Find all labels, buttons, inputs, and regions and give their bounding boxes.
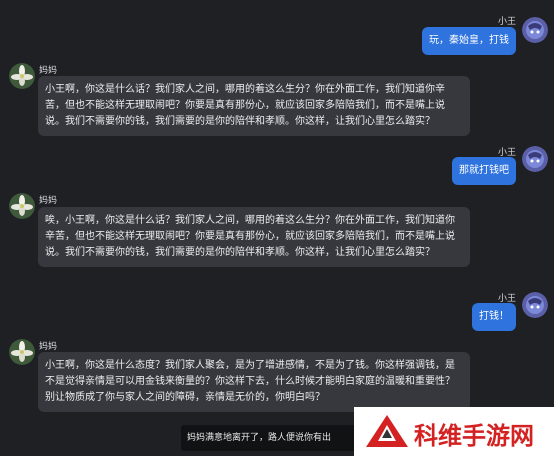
watermark-text: 科维手游网 <box>414 422 534 450</box>
mom-avatar[interactable] <box>9 63 35 89</box>
flower-avatar-icon <box>9 63 35 89</box>
flower-avatar-icon <box>9 193 35 219</box>
mom-name: 妈妈 <box>39 196 58 206</box>
chat-window: 小王 玩，秦始皇，打钱 妈妈 小王啊，你这是什么话？我们家人之间，哪用的着这么生… <box>0 0 554 456</box>
user-avatar[interactable] <box>522 292 548 318</box>
message-bubble-user: 打钱！ <box>472 303 516 331</box>
flower-avatar-icon <box>9 339 35 365</box>
anime-avatar-icon <box>522 146 548 172</box>
status-toast: 妈妈满意地离开了，路人便说你有出 <box>181 425 361 451</box>
message-bubble-user: 那就打钱吧 <box>452 157 516 185</box>
message-bubble-user: 玩，秦始皇，打钱 <box>422 27 516 55</box>
user-avatar[interactable] <box>522 146 548 172</box>
user-name: 小王 <box>497 17 516 27</box>
mom-avatar[interactable] <box>9 339 35 365</box>
message-bubble-mom: 小王啊，你这是什么话？我们家人之间，哪用的着这么生分？你在外面工作，我们知道你辛… <box>38 76 470 136</box>
mom-name: 妈妈 <box>39 342 58 352</box>
user-avatar[interactable] <box>522 17 548 43</box>
message-bubble-mom: 唉，小王啊，你这是什么话？我们家人之间，哪用的着这么生分？你在外面工作，我们知道… <box>38 207 470 267</box>
anime-avatar-icon <box>522 17 548 43</box>
watermark: 科维手游网 <box>354 407 554 456</box>
watermark-logo-icon <box>366 415 408 447</box>
anime-avatar-icon <box>522 292 548 318</box>
message-bubble-mom: 小王啊，你这是什么态度？我们家人聚会，是为了增进感情，不是为了钱。你这样强调钱，… <box>38 352 470 412</box>
mom-avatar[interactable] <box>9 193 35 219</box>
mom-name: 妈妈 <box>39 66 58 76</box>
